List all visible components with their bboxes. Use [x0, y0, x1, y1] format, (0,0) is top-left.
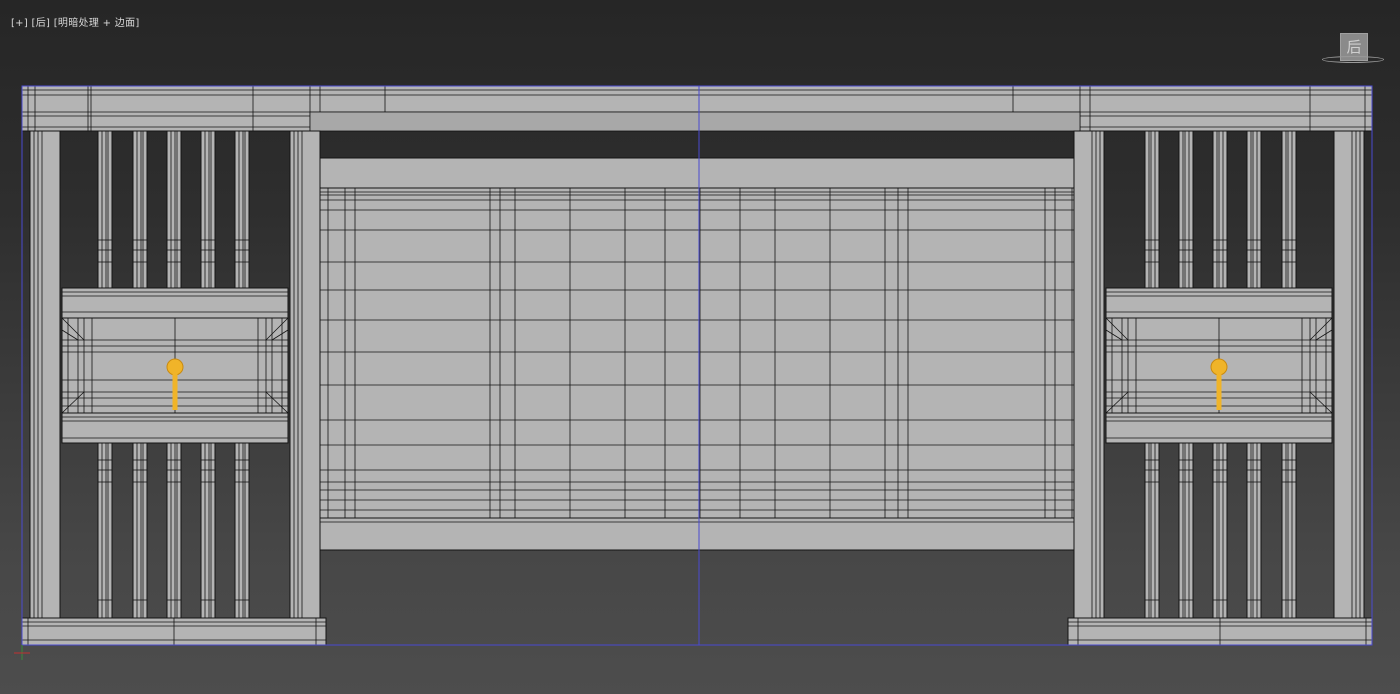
- viewport-scene[interactable]: [0, 0, 1400, 694]
- slat: [200, 130, 216, 289]
- slat: [166, 442, 182, 619]
- slat: [234, 130, 250, 289]
- slat: [132, 130, 148, 289]
- slat: [166, 130, 182, 289]
- drawer-key-icon: [166, 358, 184, 376]
- slat: [1178, 130, 1194, 289]
- drawer-top-rail: [61, 287, 289, 319]
- slat: [1246, 130, 1262, 289]
- slat: [97, 130, 113, 289]
- drawer-top-rail: [1105, 287, 1333, 319]
- slat: [1281, 130, 1297, 289]
- leg-post: [289, 130, 321, 619]
- slat: [97, 442, 113, 619]
- slat: [132, 442, 148, 619]
- slat: [234, 442, 250, 619]
- slat: [1212, 442, 1228, 619]
- slat: [1144, 130, 1160, 289]
- slat: [200, 442, 216, 619]
- slat: [1144, 442, 1160, 619]
- slat: [1212, 130, 1228, 289]
- slat: [1178, 442, 1194, 619]
- leg-post: [1073, 130, 1105, 619]
- drawer-bottom-rail: [1105, 412, 1333, 444]
- slat: [1281, 442, 1297, 619]
- drawer-key-icon: [172, 374, 178, 410]
- center-top-rail: [319, 157, 1081, 189]
- drawer-key-icon: [1210, 358, 1228, 376]
- beam-inner-panel: [309, 111, 1081, 132]
- center-bottom-rail: [319, 517, 1081, 551]
- leg-post: [29, 130, 61, 619]
- leg-post: [1333, 130, 1365, 619]
- slat: [1246, 442, 1262, 619]
- drawer-key-icon: [1216, 374, 1222, 410]
- drawer-bottom-rail: [61, 412, 289, 444]
